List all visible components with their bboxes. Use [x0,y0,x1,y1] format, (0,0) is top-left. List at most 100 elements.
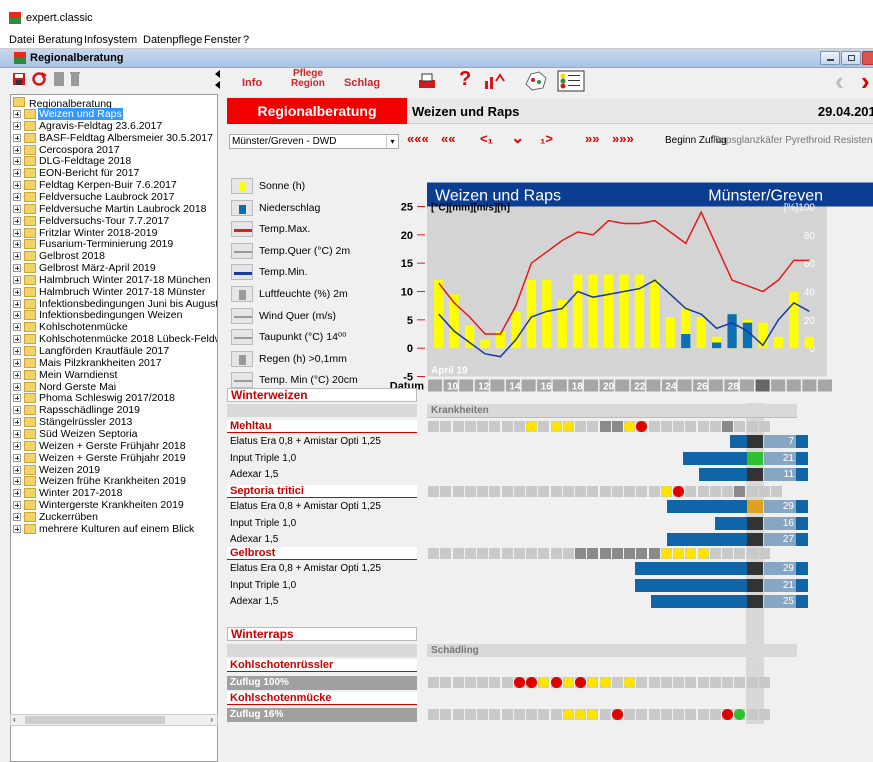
forward-arrow-icon[interactable]: › [861,66,870,97]
risk-cell[interactable] [526,486,537,497]
risk-cell[interactable] [587,709,599,720]
risk-cell[interactable] [771,486,782,497]
risk-cell[interactable] [587,548,599,559]
nav-first-button[interactable]: ««« [407,131,429,146]
risk-cell[interactable] [660,677,672,688]
expand-icon[interactable] [13,524,21,533]
risk-cell[interactable] [611,421,623,432]
nav-today-button[interactable]: ⌄ [511,128,524,148]
risk-cell[interactable] [513,709,525,720]
risk-cell[interactable] [673,709,684,720]
risk-cell[interactable] [599,421,611,432]
expand-icon[interactable] [13,299,21,308]
back-arrow-icon[interactable]: ‹ [835,66,844,97]
expand-icon[interactable] [13,181,21,190]
risk-cell[interactable] [550,709,562,720]
risk-cell[interactable] [636,486,648,497]
section-winterraps[interactable]: Winterraps [227,627,417,641]
risk-cell[interactable] [636,677,648,688]
subhead-mehltau[interactable]: Mehltau [227,420,417,433]
delete-icon[interactable] [68,71,82,87]
risk-cell[interactable] [648,421,660,432]
risk-cell[interactable] [624,677,635,688]
risk-cell[interactable] [685,548,697,559]
risk-cell[interactable] [734,421,746,432]
close-button[interactable] [862,51,873,65]
nav-prev-week-button[interactable]: «« [441,131,455,146]
help-icon[interactable]: ? [459,68,471,91]
risk-cell[interactable] [685,486,697,497]
risk-cell[interactable] [624,548,635,559]
expand-icon[interactable] [13,192,21,201]
risk-cell[interactable] [513,677,525,688]
subhead-gelbrost[interactable]: Gelbrost [227,547,417,560]
risk-cell[interactable] [758,486,770,497]
risk-cell[interactable] [489,421,501,432]
risk-cell[interactable] [562,677,574,688]
risk-cell[interactable] [501,421,513,432]
expand-icon[interactable] [13,287,21,296]
risk-cell[interactable] [440,677,452,688]
risk-cell[interactable] [709,548,721,559]
risk-cell[interactable] [501,486,513,497]
risk-cell[interactable] [758,548,770,559]
risk-cell[interactable] [722,421,733,432]
risk-cell[interactable] [538,548,550,559]
expand-icon[interactable] [13,429,21,438]
risk-cell[interactable] [428,486,439,497]
risk-cell[interactable] [477,548,488,559]
risk-cell[interactable] [477,486,488,497]
risk-cell[interactable] [587,421,599,432]
info-button[interactable]: Info [242,78,262,89]
risk-cell[interactable] [538,421,550,432]
expand-icon[interactable] [13,382,21,391]
risk-cell[interactable] [685,709,697,720]
nav-next-day-button[interactable]: ₁> [540,131,553,146]
expand-icon[interactable] [13,240,21,249]
risk-cell[interactable] [648,709,660,720]
risk-cell[interactable] [440,709,452,720]
risk-cell[interactable] [685,421,697,432]
tree-view[interactable]: Regionalberatung Weizen und Raps Agravis-… [10,94,218,762]
risk-cell[interactable] [452,677,464,688]
risk-cell[interactable] [428,421,439,432]
risk-cell[interactable] [624,486,635,497]
menu-fenster[interactable]: Fenster [204,34,241,46]
risk-cell[interactable] [624,709,635,720]
risk-cell[interactable] [562,709,574,720]
risk-cell[interactable] [464,486,476,497]
risk-cell[interactable] [477,677,488,688]
expand-icon[interactable] [13,465,21,474]
risk-cell[interactable] [550,486,562,497]
risk-cell[interactable] [611,486,623,497]
risk-cell[interactable] [697,421,709,432]
risk-cell[interactable] [722,677,733,688]
risk-cell[interactable] [562,486,574,497]
scroll-left-icon[interactable]: ‹ [13,715,16,724]
expand-icon[interactable] [13,311,21,320]
subhead-kohlschotenruessler[interactable]: Kohlschotenrüssler [227,659,417,672]
risk-cell[interactable] [501,709,513,720]
risk-cell[interactable] [526,677,537,688]
expand-icon[interactable] [13,418,21,427]
menu-datenpflege[interactable]: Datenpflege [143,34,202,46]
risk-cell[interactable] [611,709,623,720]
map-icon[interactable] [523,70,549,92]
risk-cell[interactable] [734,486,746,497]
risk-cell[interactable] [673,486,684,497]
risk-cell[interactable] [734,677,746,688]
risk-cell[interactable] [636,709,648,720]
risk-cell[interactable] [648,486,660,497]
risk-cell[interactable] [697,709,709,720]
expand-icon[interactable] [13,204,21,213]
maximize-button[interactable] [841,51,861,65]
risk-cell[interactable] [660,709,672,720]
collapse-panel-icon[interactable] [214,68,222,92]
nav-next-week-button[interactable]: »» [585,131,599,146]
risk-cell[interactable] [428,548,439,559]
risk-cell[interactable] [452,548,464,559]
risk-cell[interactable] [489,677,501,688]
chart-icon[interactable] [483,71,507,91]
expand-icon[interactable] [13,512,21,521]
expand-icon[interactable] [13,347,21,355]
